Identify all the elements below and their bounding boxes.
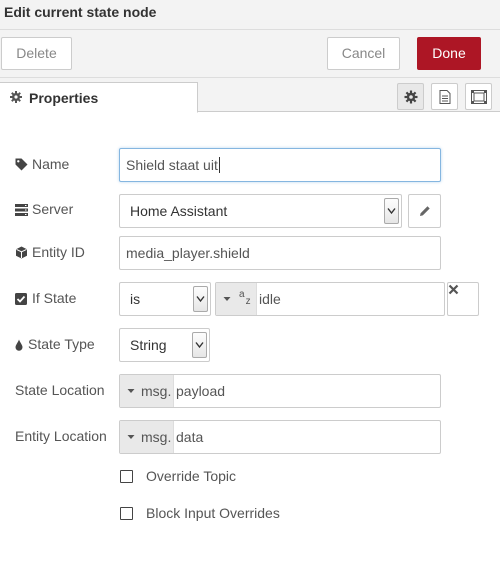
caret-down-icon	[127, 421, 135, 464]
settings-tab-button[interactable]	[397, 83, 424, 110]
tag-icon	[15, 158, 28, 171]
state-type-select[interactable]: String	[119, 328, 210, 362]
server-icon	[15, 203, 28, 216]
override-topic-label: Override Topic	[146, 468, 237, 484]
entity-location-prefix: msg.	[141, 429, 172, 445]
entity-id-label-row: Entity ID	[15, 244, 85, 260]
if-state-operator-select[interactable]: is	[119, 282, 211, 316]
state-location-input[interactable]: msg. payload	[119, 374, 441, 408]
caret-down-icon	[223, 283, 231, 326]
checkbox-icon	[15, 292, 28, 305]
dialog-titlebar: Edit current state node	[0, 0, 500, 30]
description-tab-button[interactable]	[431, 83, 458, 110]
edit-server-button[interactable]	[408, 194, 441, 228]
name-input-value: Shield staat uit	[126, 157, 218, 173]
cube-icon	[15, 246, 28, 259]
delete-button[interactable]: Delete	[1, 37, 72, 70]
if-state-operator-value: is	[130, 291, 141, 307]
name-input[interactable]: Shield staat uit	[119, 148, 441, 182]
drop-icon	[15, 338, 24, 351]
caret-down-icon	[127, 375, 135, 418]
if-state-label-row: If State	[15, 290, 76, 306]
type-selector[interactable]: az	[216, 283, 257, 315]
chevron-down-icon	[384, 198, 399, 224]
if-state-label: If State	[32, 290, 77, 306]
chevron-down-icon	[193, 286, 208, 312]
dialog-toolbar: Delete Cancel Done	[0, 30, 500, 78]
gear-icon	[10, 90, 22, 106]
state-location-prefix: msg.	[141, 383, 172, 399]
chevron-down-icon	[192, 332, 207, 358]
entity-location-type-selector[interactable]: msg.	[120, 421, 174, 453]
tab-bar: Properties	[0, 78, 500, 113]
server-select[interactable]: Home Assistant	[119, 194, 402, 228]
state-location-type-selector[interactable]: msg.	[120, 375, 174, 407]
state-type-label: State Type	[28, 336, 95, 352]
string-type-icon: az	[239, 289, 251, 307]
if-state-value-input[interactable]: az idle	[215, 282, 445, 316]
state-location-value: payload	[176, 383, 226, 399]
entity-location-value: data	[176, 429, 204, 445]
block-input-overrides-label: Block Input Overrides	[146, 505, 280, 521]
server-label: Server	[32, 201, 74, 217]
server-select-value: Home Assistant	[130, 203, 228, 219]
entity-id-label: Entity ID	[32, 244, 85, 260]
tab-properties-label: Properties	[29, 90, 99, 106]
clear-if-state-button[interactable]	[447, 282, 479, 316]
entity-id-input[interactable]: media_player.shield	[119, 236, 441, 270]
state-location-label: State Location	[15, 382, 105, 398]
name-label-row: Name	[15, 156, 69, 172]
done-button[interactable]: Done	[417, 37, 481, 70]
if-state-value: idle	[259, 291, 281, 307]
override-topic-checkbox[interactable]	[120, 470, 133, 483]
server-label-row: Server	[15, 201, 73, 217]
cancel-button[interactable]: Cancel	[327, 37, 400, 70]
block-input-overrides-checkbox[interactable]	[120, 507, 133, 520]
state-type-label-row: State Type	[15, 336, 95, 352]
tab-properties[interactable]: Properties	[0, 82, 198, 113]
state-type-value: String	[130, 337, 167, 353]
entity-location-label: Entity Location	[15, 428, 107, 444]
entity-id-value: media_player.shield	[126, 245, 250, 261]
entity-location-input[interactable]: msg. data	[119, 420, 441, 454]
appearance-tab-button[interactable]	[465, 83, 492, 110]
dialog-title: Edit current state node	[4, 4, 157, 20]
name-label: Name	[32, 156, 70, 172]
